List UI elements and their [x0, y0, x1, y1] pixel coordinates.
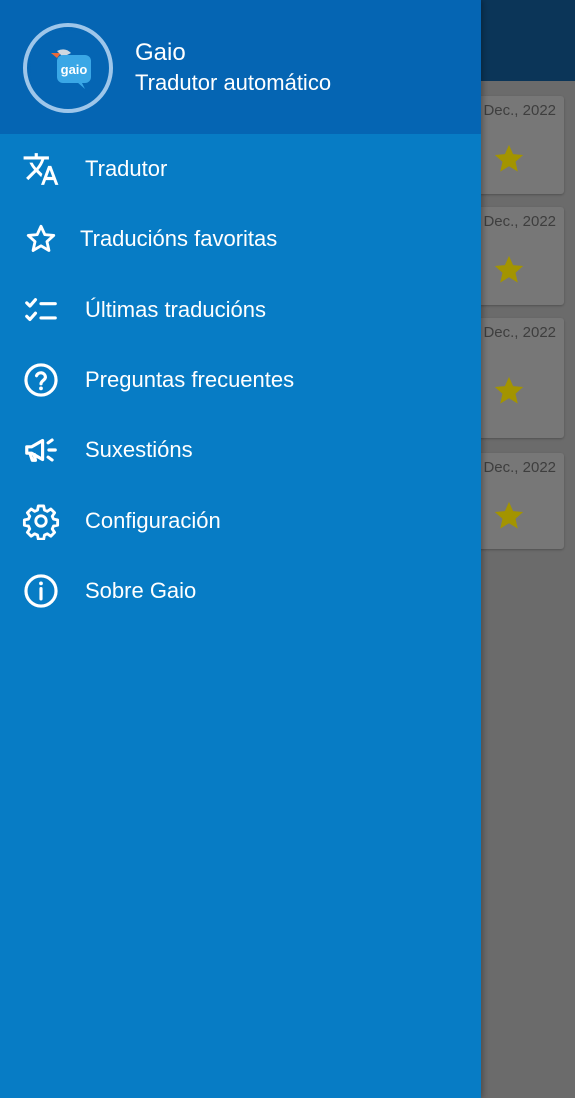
menu-item-sobre-gaio[interactable]: Sobre Gaio: [0, 556, 481, 626]
star-outline-icon: [22, 220, 60, 258]
app-logo: gaio: [23, 23, 113, 113]
menu-label: Últimas traducións: [85, 296, 266, 322]
menu-item-preguntas[interactable]: Preguntas frecuentes: [0, 345, 481, 415]
star-icon: [494, 255, 524, 283]
card-date: Dec., 2022: [483, 213, 556, 230]
star-icon: [494, 376, 524, 404]
drawer-menu: Tradutor Traducións favoritas Últimas tr…: [0, 134, 481, 626]
menu-label: Sobre Gaio: [85, 577, 197, 603]
gaio-logo-icon: gaio: [30, 30, 106, 106]
app-name: Gaio: [135, 39, 186, 66]
app-subtitle: Tradutor automático: [135, 70, 332, 95]
gear-icon: [22, 502, 60, 540]
megaphone-icon: [22, 431, 60, 469]
background-card: Dec., 2022: [470, 96, 564, 194]
background-card: Dec., 2022: [470, 453, 564, 549]
card-date: Dec., 2022: [483, 102, 556, 119]
logo-wordmark: gaio: [61, 62, 88, 77]
star-icon: [494, 144, 524, 172]
card-date: Dec., 2022: [483, 459, 556, 476]
background-card: Dec., 2022: [470, 207, 564, 305]
help-circle-icon: [22, 361, 60, 399]
menu-label: Tradutor: [85, 156, 168, 182]
menu-item-suxestions[interactable]: Suxestións: [0, 415, 481, 485]
menu-label: Traducións favoritas: [80, 226, 278, 252]
menu-label: Preguntas frecuentes: [85, 367, 295, 393]
menu-item-tradutor[interactable]: Tradutor: [0, 134, 481, 204]
menu-item-configuracion[interactable]: Configuración: [0, 485, 481, 555]
translate-icon: [22, 150, 60, 188]
navigation-drawer: gaio Gaio Tradutor automático Tradutor T…: [0, 0, 481, 1098]
menu-item-ultimas[interactable]: Últimas traducións: [0, 275, 481, 345]
info-icon: [22, 572, 60, 610]
menu-label: Suxestións: [85, 437, 193, 463]
card-date: Dec., 2022: [483, 324, 556, 341]
background-card: Dec., 2022: [470, 318, 564, 438]
menu-item-favoritas[interactable]: Traducións favoritas: [0, 204, 481, 274]
menu-label: Configuración: [85, 507, 221, 533]
screen: Dec., 2022 Dec., 2022 Dec., 2022 Dec., 2…: [0, 0, 575, 1098]
checklist-icon: [22, 291, 60, 329]
star-icon: [494, 501, 524, 529]
drawer-header: gaio Gaio Tradutor automático: [0, 0, 481, 134]
